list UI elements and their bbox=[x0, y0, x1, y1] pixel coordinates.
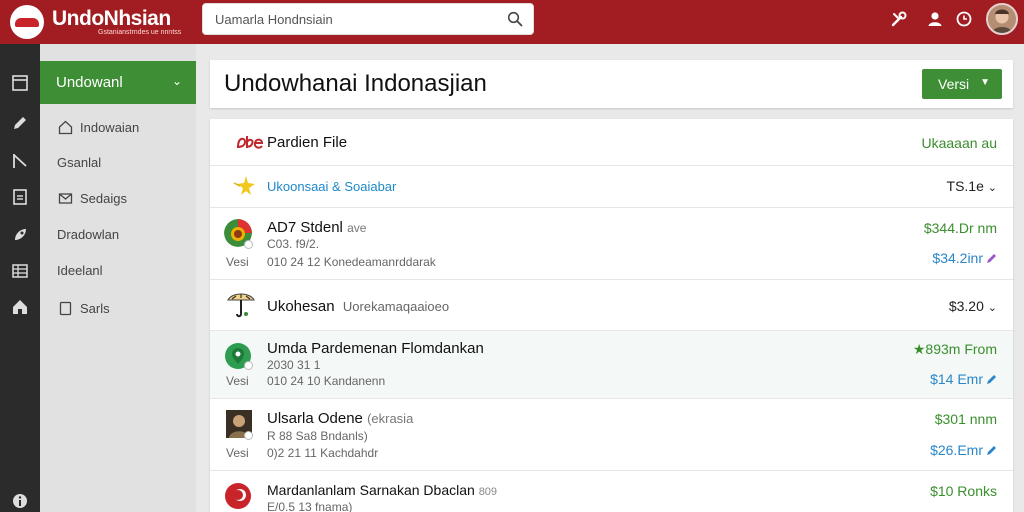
status-badge bbox=[244, 361, 253, 370]
list-link[interactable]: Ukoonsaai & Soaiabar bbox=[267, 179, 396, 194]
window-icon[interactable] bbox=[11, 74, 29, 92]
sidebar-item-indowaian[interactable]: Indowaian bbox=[40, 116, 196, 140]
list-item[interactable]: Ukoonsaai & Soaiabar TS.1e ⌄ bbox=[210, 166, 1013, 208]
sidebar-item-label: Sedaigs bbox=[80, 191, 127, 206]
chevron-down-icon: ⌄ bbox=[987, 182, 997, 194]
row-meta: E/0.5 13 fnama) bbox=[267, 500, 353, 512]
sidebar-item-dradowlan[interactable]: Dradowlan bbox=[40, 223, 196, 247]
row-title-sub: (ekrasia bbox=[367, 411, 414, 426]
home-outline-icon bbox=[58, 120, 73, 135]
pencil-icon[interactable] bbox=[11, 114, 29, 132]
status-badge bbox=[244, 431, 253, 440]
clock-icon[interactable] bbox=[955, 10, 973, 28]
table-icon[interactable] bbox=[11, 262, 29, 280]
user-photo-icon bbox=[988, 5, 1016, 33]
row-value[interactable]: $3.20 ⌄ bbox=[949, 298, 997, 314]
list-item[interactable]: Umda Pardemenan Flomdankan 2030 31 1 Ves… bbox=[210, 331, 1013, 399]
versi-button[interactable]: Versi ▼ bbox=[922, 69, 1002, 99]
thumbnail-icon bbox=[225, 483, 251, 509]
row-price: $301 nnm bbox=[934, 411, 997, 427]
list-header: Pardien File Ukaaaan au bbox=[210, 119, 1013, 166]
row-title-sub: 809 bbox=[478, 486, 498, 498]
row-title: Umda Pardemenan Flomdankan bbox=[267, 340, 484, 357]
row-versi-label: Vesi bbox=[226, 446, 249, 460]
list-item[interactable]: Ukohesan Uorekamaqaaioeo $3.20 ⌄ bbox=[210, 280, 1013, 331]
sidebar-item-gsanlal[interactable]: Gsanlal bbox=[40, 151, 196, 175]
sidebar-item-label: Gsanlal bbox=[57, 155, 102, 170]
status-badge bbox=[244, 240, 253, 249]
row-price-edit[interactable]: $26.Emr bbox=[930, 442, 997, 458]
sidebar-header-label: Undowanl bbox=[56, 74, 123, 91]
logo-text: UndoNhsian bbox=[52, 7, 171, 30]
list-item[interactable]: AD7 Stdenl ave C03. f9/2. Vesi 010 24 12… bbox=[210, 208, 1013, 280]
sidebar-header[interactable]: Undowanl ⌄ bbox=[40, 61, 196, 104]
chevron-down-icon: ⌄ bbox=[171, 74, 182, 88]
pencil-icon[interactable] bbox=[986, 445, 997, 456]
page-header: Undowhanai Indonasjian Versi ▼ bbox=[210, 60, 1013, 108]
tools-icon[interactable] bbox=[890, 10, 908, 28]
sidebar-item-label: Ideelanl bbox=[57, 263, 103, 278]
row-meta-date: 010 24 12 Konedeamanrddarak bbox=[267, 255, 436, 269]
list-header-title: Pardien File bbox=[267, 134, 348, 151]
sidebar-item-sedaigs[interactable]: Sedaigs bbox=[40, 187, 196, 211]
home-icon[interactable] bbox=[11, 298, 29, 316]
sidebar-item-label: Sarls bbox=[80, 301, 110, 316]
page-icon bbox=[59, 301, 72, 316]
top-bar: UndoNhsian Gstanianstrndes ue nnntss bbox=[0, 0, 1024, 44]
row-meta-date: 0)2 21 11 Kachdahdr bbox=[267, 446, 379, 460]
row-title: Mardanlanlam Sarnakan Dbaclan 809 bbox=[267, 482, 498, 498]
icon-rail bbox=[0, 44, 40, 512]
brand-mark-icon bbox=[236, 136, 264, 149]
versi-button-label: Versi bbox=[938, 76, 970, 92]
row-price: $10 Ronks bbox=[930, 483, 997, 499]
pencil-icon[interactable] bbox=[986, 374, 997, 385]
row-title: Ulsarla Odene (ekrasia bbox=[267, 410, 414, 427]
row-price-edit[interactable]: $14 Emr bbox=[930, 371, 997, 387]
search-input[interactable] bbox=[203, 4, 503, 34]
search-icon[interactable] bbox=[507, 11, 523, 27]
list-header-right[interactable]: Ukaaaan au bbox=[921, 135, 997, 151]
chevron-down-icon: ▼ bbox=[980, 77, 990, 88]
logo-mark-icon bbox=[10, 5, 44, 39]
sidebar-item-label: Dradowlan bbox=[57, 227, 120, 242]
mail-icon bbox=[58, 193, 73, 204]
row-price: ★893m From bbox=[912, 341, 997, 357]
row-versi-label: Vesi bbox=[226, 374, 249, 388]
row-title: Ukohesan Uorekamaqaaioeo bbox=[267, 298, 450, 315]
user-icon[interactable] bbox=[926, 10, 944, 28]
sidebar-item-label: Indowaian bbox=[80, 120, 140, 135]
row-value[interactable]: TS.1e ⌄ bbox=[947, 178, 997, 194]
row-versi-label: Vesi bbox=[226, 255, 249, 269]
row-price-edit[interactable]: $34.2inr bbox=[932, 250, 997, 266]
row-meta: C03. f9/2. bbox=[267, 237, 320, 251]
sidebar-item-sarls[interactable]: Sarls bbox=[40, 297, 196, 321]
star-icon bbox=[233, 176, 255, 195]
sidebar: Undowanl ⌄ Indowaian Gsanlal Sedaigs Dra… bbox=[40, 44, 196, 512]
umbrella-icon bbox=[227, 293, 255, 318]
pencil-icon[interactable] bbox=[986, 253, 997, 264]
row-meta-date: 010 24 10 Kandanenn bbox=[267, 374, 386, 388]
page-title: Undowhanai Indonasjian bbox=[224, 70, 487, 97]
info-icon[interactable] bbox=[11, 492, 29, 510]
search-box bbox=[202, 3, 534, 35]
avatar[interactable] bbox=[986, 3, 1018, 35]
list-item[interactable]: Mardanlanlam Sarnakan Dbaclan 809 E/0.5 … bbox=[210, 471, 1013, 512]
file-list: Pardien File Ukaaaan au Ukoonsaai & Soai… bbox=[210, 119, 1013, 512]
row-title-sub: ave bbox=[347, 221, 367, 235]
row-price: $344.Dr nm bbox=[923, 220, 997, 236]
flag-icon[interactable] bbox=[11, 152, 29, 170]
row-title-sub: Uorekamaqaaioeo bbox=[342, 299, 450, 314]
rocket-icon[interactable] bbox=[11, 226, 29, 244]
logo-subtext: Gstanianstrndes ue nnntss bbox=[98, 29, 182, 36]
list-item[interactable]: Ulsarla Odene (ekrasia R 88 Sa8 Bndanls)… bbox=[210, 399, 1013, 471]
row-meta: 2030 31 1 bbox=[267, 358, 321, 372]
sidebar-item-ideelanl[interactable]: Ideelanl bbox=[40, 259, 196, 283]
document-icon[interactable] bbox=[11, 188, 29, 206]
row-meta: R 88 Sa8 Bndanls) bbox=[267, 429, 368, 443]
chevron-down-icon: ⌄ bbox=[987, 302, 997, 314]
app-logo[interactable]: UndoNhsian Gstanianstrndes ue nnntss bbox=[8, 3, 188, 41]
row-title: AD7 Stdenl ave bbox=[267, 219, 367, 236]
